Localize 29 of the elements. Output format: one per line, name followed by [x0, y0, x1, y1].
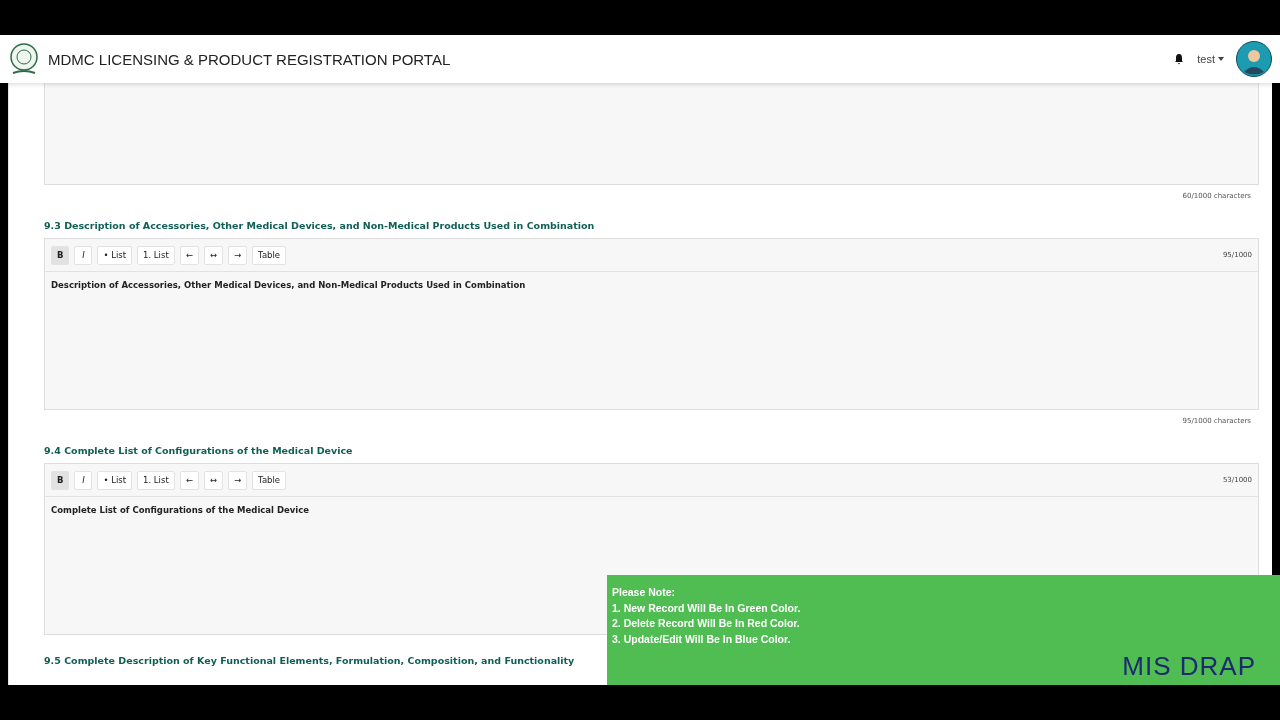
toolbar-button[interactable]: ↔ — [203, 470, 223, 490]
toolbar-button[interactable]: Table — [252, 470, 287, 490]
note-line: 1. New Record Will Be In Green Color. — [612, 600, 802, 616]
toolbar-button[interactable]: I — [74, 470, 93, 490]
toolbar-button[interactable]: 1. List — [137, 245, 175, 265]
portal-title: MDMC LICENSING & PRODUCT REGISTRATION PORTAL — [48, 50, 451, 68]
toolbar-button[interactable]: ← — [179, 470, 199, 490]
toolbar-button[interactable]: → — [228, 245, 248, 265]
user-menu[interactable]: test — [1193, 53, 1228, 65]
notification-bell-icon[interactable] — [1173, 53, 1186, 65]
toolbar-button[interactable]: • List — [97, 245, 133, 265]
toolbar-button[interactable]: → — [228, 470, 248, 490]
toolbar-button[interactable]: I — [74, 245, 93, 265]
section-title: 9.4 Complete List of Configurations of the Medical Device — [44, 445, 354, 456]
toolbar-button[interactable]: • List — [97, 470, 133, 490]
section-title: 9.3 Description of Accessories, Other Medical Devices, and Non-Medical Products Used in Combination — [44, 220, 596, 231]
brand-text: MIS DRAP — [1122, 651, 1256, 682]
toolbar-button[interactable]: ↔ — [203, 245, 223, 265]
toolbar-button[interactable]: B — [51, 245, 70, 265]
toolbar-button[interactable]: Table — [252, 245, 287, 265]
note-line: 2. Delete Record Will Be In Red Color. — [612, 616, 801, 631]
toolbar-button[interactable]: B — [51, 470, 70, 490]
toolbar-button[interactable]: 1. List — [137, 470, 175, 490]
editor-text: Complete List of Configurations of the Medical Device — [51, 505, 310, 515]
editor-text: Description of Accessories, Other Medical Devices, and Non-Medical Products Used in Combination — [51, 280, 526, 290]
emblem-logo-icon — [8, 42, 40, 76]
note-heading: Please Note: — [612, 585, 677, 600]
avatar-icon[interactable] — [1236, 41, 1272, 77]
toolbar-button[interactable]: ← — [179, 245, 199, 265]
